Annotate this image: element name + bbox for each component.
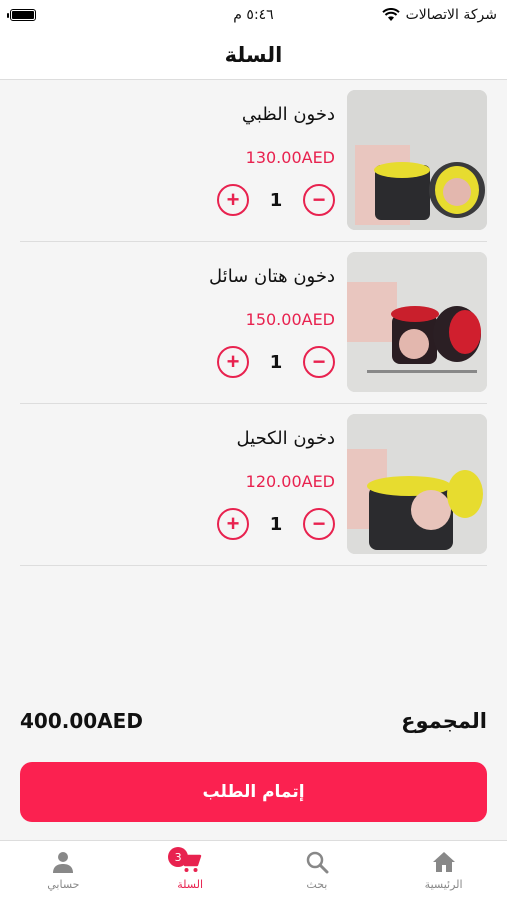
checkout-button[interactable]: إتمام الطلب bbox=[20, 762, 487, 822]
cart-item: دخون الكحيل 120.00AED + 1 − bbox=[20, 404, 487, 566]
tab-label: حسابي bbox=[47, 878, 80, 891]
user-icon bbox=[53, 852, 74, 873]
status-bar: شركة الاتصالات ٥:٤٦ م bbox=[0, 0, 507, 30]
page-title: السلة bbox=[224, 42, 283, 67]
tab-label: السلة bbox=[177, 878, 203, 891]
battery-icon bbox=[7, 9, 36, 21]
cart-item: دخون هتان سائل 150.00AED + 1 − bbox=[20, 242, 487, 404]
quantity-value: 1 bbox=[269, 351, 283, 373]
tab-label: بحث bbox=[306, 878, 328, 891]
decrease-quantity-button[interactable]: − bbox=[303, 346, 335, 378]
total-value: 400.00AED bbox=[20, 709, 143, 733]
quantity-stepper: + 1 − bbox=[217, 508, 335, 540]
decrease-quantity-button[interactable]: − bbox=[303, 184, 335, 216]
product-name: دخون الظبي bbox=[241, 104, 335, 125]
product-name: دخون هتان سائل bbox=[209, 266, 335, 287]
product-image bbox=[347, 252, 487, 392]
product-price: 150.00AED bbox=[245, 310, 335, 329]
quantity-stepper: + 1 − bbox=[217, 184, 335, 216]
tab-search[interactable]: بحث bbox=[254, 841, 381, 900]
carrier-name: شركة الاتصالات bbox=[405, 7, 497, 23]
cart-count-badge: 3 bbox=[168, 847, 189, 867]
quantity-value: 1 bbox=[269, 189, 283, 211]
increase-quantity-button[interactable]: + bbox=[217, 346, 249, 378]
cart-list: دخون الظبي 130.00AED + 1 − دخون هتان سائ… bbox=[0, 80, 507, 566]
total-row: 400.00AED المجموع bbox=[20, 706, 487, 736]
product-name: دخون الكحيل bbox=[236, 428, 336, 449]
wifi-icon bbox=[381, 8, 400, 21]
home-icon bbox=[432, 852, 455, 872]
carrier-group: شركة الاتصالات bbox=[381, 7, 497, 23]
product-image bbox=[347, 90, 487, 230]
tab-home[interactable]: الرئيسية bbox=[380, 841, 507, 900]
tab-label: الرئيسية bbox=[424, 878, 463, 891]
tab-bar: حسابي 3 السلة بحث الرئيسية bbox=[0, 840, 507, 900]
product-price: 120.00AED bbox=[245, 472, 335, 491]
increase-quantity-button[interactable]: + bbox=[217, 184, 249, 216]
search-icon bbox=[306, 851, 329, 874]
status-time: ٥:٤٦ م bbox=[233, 7, 274, 23]
total-label: المجموع bbox=[401, 709, 487, 733]
cart-item: دخون الظبي 130.00AED + 1 − bbox=[20, 80, 487, 242]
product-image bbox=[347, 414, 487, 554]
quantity-stepper: + 1 − bbox=[217, 346, 335, 378]
decrease-quantity-button[interactable]: − bbox=[303, 508, 335, 540]
page-header: السلة bbox=[0, 30, 507, 80]
tab-cart[interactable]: 3 السلة bbox=[127, 841, 254, 900]
tab-account[interactable]: حسابي bbox=[0, 841, 127, 900]
quantity-value: 1 bbox=[269, 513, 283, 535]
product-price: 130.00AED bbox=[245, 148, 335, 167]
increase-quantity-button[interactable]: + bbox=[217, 508, 249, 540]
